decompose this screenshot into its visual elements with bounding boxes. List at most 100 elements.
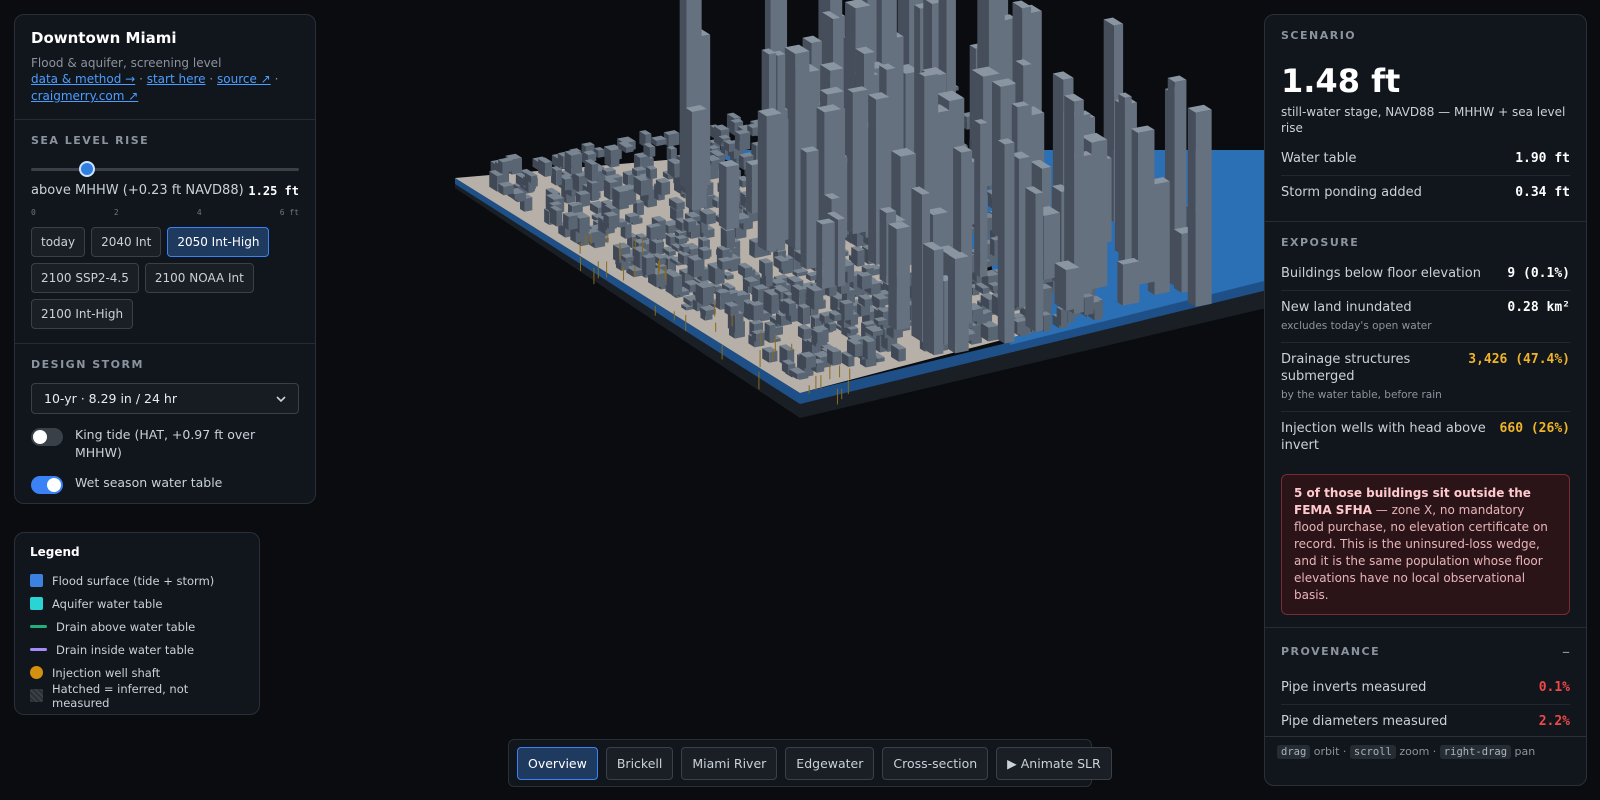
building: [659, 257, 666, 266]
design-storm-select[interactable]: 10-yr · 8.29 in / 24 hr: [31, 383, 299, 414]
data-method-link[interactable]: data & method →: [31, 72, 135, 86]
source-link[interactable]: source ↗: [217, 72, 271, 86]
animate-slr-button[interactable]: ▶ Animate SLR: [996, 746, 1112, 780]
building: [545, 161, 552, 178]
building: [642, 255, 647, 276]
slider-track[interactable]: [31, 168, 299, 171]
key-hint: scroll: [1349, 745, 1396, 759]
start-here-link[interactable]: start here: [147, 72, 206, 86]
key-hint: right-drag: [1439, 745, 1512, 759]
building: [799, 288, 806, 306]
building: [814, 289, 824, 311]
building: [748, 302, 754, 322]
tower: [911, 188, 923, 343]
tower: [888, 223, 897, 331]
section-heading: SEA LEVEL RISE: [31, 134, 150, 147]
tower: [1066, 267, 1080, 311]
metric-label: Water table: [1281, 151, 1357, 166]
preset-2100-ssp2-button[interactable]: 2100 SSP2-4.5: [31, 263, 139, 293]
metric-label: Drainage structures submerged: [1281, 352, 1411, 384]
metric-row: Pipe inverts measured 0.1%: [1281, 671, 1570, 705]
building: [502, 160, 514, 174]
view-brickell-button[interactable]: Brickell: [605, 746, 674, 780]
tower: [757, 110, 767, 252]
legend-title: Legend: [30, 545, 80, 559]
building: [753, 303, 764, 322]
building: [598, 149, 605, 158]
tower: [1091, 139, 1108, 290]
header-links: data & method → · start here · source ↗ …: [31, 71, 299, 105]
building: [1056, 307, 1062, 327]
craigmerry-link[interactable]: craigmerry.com ↗: [31, 89, 138, 103]
preset-2040-int-button[interactable]: 2040 Int: [91, 227, 162, 257]
wet-season-toggle[interactable]: [31, 476, 63, 494]
section-heading: SCENARIO: [1281, 29, 1357, 42]
section-heading: PROVENANCE: [1281, 645, 1381, 658]
building: [637, 201, 644, 216]
legend-label: Injection well shaft: [52, 665, 161, 680]
tower: [1137, 129, 1155, 285]
metric-value: 0.34 ft: [1515, 185, 1570, 200]
legend-label: Aquifer water table: [52, 596, 163, 611]
building: [769, 324, 776, 343]
navigation-hint: drag orbit · scroll zoom · right-drag pa…: [1264, 736, 1587, 786]
building: [771, 294, 779, 315]
preset-today-button[interactable]: today: [31, 227, 86, 257]
building: [739, 132, 751, 152]
tower: [800, 148, 807, 270]
building: [1043, 314, 1051, 332]
hatched-swatch: [30, 689, 43, 702]
tower: [1025, 187, 1036, 332]
chevron-down-icon: [276, 395, 286, 402]
tower: [922, 243, 935, 356]
tower: [766, 113, 782, 252]
building: [650, 168, 657, 180]
view-cross-section-button[interactable]: Cross-section: [882, 746, 989, 780]
metric-row: Pipe diameters measured 2.2%: [1281, 705, 1570, 738]
building: [972, 308, 984, 323]
stage-value: 1.48 ft: [1281, 62, 1401, 100]
building: [694, 258, 705, 278]
king-tide-toggle[interactable]: [31, 428, 63, 446]
metric-label: Storm ponding added: [1281, 185, 1422, 200]
building: [556, 169, 562, 186]
metric-row: Injection wells with head above invert 66…: [1281, 412, 1570, 462]
tower: [1117, 261, 1123, 306]
wet-season-row: Wet season water table: [31, 474, 299, 494]
building: [531, 175, 538, 184]
building: [608, 214, 619, 229]
preset-2100-int-high-button[interactable]: 2100 Int-High: [31, 299, 134, 329]
sea-level-rise-slider[interactable]: [31, 159, 299, 179]
tower: [1187, 107, 1196, 307]
results-panel: SCENARIO 1.48 ft still-water stage, NAVD…: [1264, 14, 1587, 786]
hint-separator: ·: [1342, 745, 1347, 758]
building: [769, 350, 778, 363]
slider-thumb[interactable]: [79, 161, 96, 177]
building: [797, 304, 804, 325]
link-separator: ·: [139, 72, 143, 86]
building: [1084, 295, 1094, 316]
building: [867, 340, 876, 360]
view-edgewater-button[interactable]: Edgewater: [785, 746, 875, 780]
building: [816, 362, 825, 373]
view-miami-river-button[interactable]: Miami River: [681, 746, 778, 780]
building: [512, 157, 522, 175]
legend-item: Drain inside water table: [30, 638, 244, 661]
tower: [1035, 192, 1044, 332]
preset-2100-noaa-int-button[interactable]: 2100 NOAA Int: [144, 263, 254, 293]
building: [1042, 287, 1053, 309]
metric-value: 3,426 (47.4%): [1468, 352, 1570, 367]
provenance-header[interactable]: PROVENANCE –: [1281, 642, 1570, 661]
select-value: 10-yr · 8.29 in / 24 hr: [44, 391, 177, 406]
tower: [1124, 96, 1132, 282]
tower: [1004, 142, 1015, 344]
view-overview-button[interactable]: Overview: [517, 746, 598, 780]
sea-level-rise-section: SEA LEVEL RISE above MHHW (+0.23 ft NAVD…: [15, 120, 315, 344]
preset-2050-int-high-button[interactable]: 2050 Int-High: [167, 227, 270, 257]
metric-label: Pipe inverts measured: [1281, 680, 1427, 695]
hint-action: orbit: [1313, 745, 1340, 758]
collapse-toggle-icon[interactable]: –: [1562, 642, 1570, 661]
tower: [679, 0, 687, 189]
building: [789, 302, 796, 317]
building: [640, 179, 649, 197]
